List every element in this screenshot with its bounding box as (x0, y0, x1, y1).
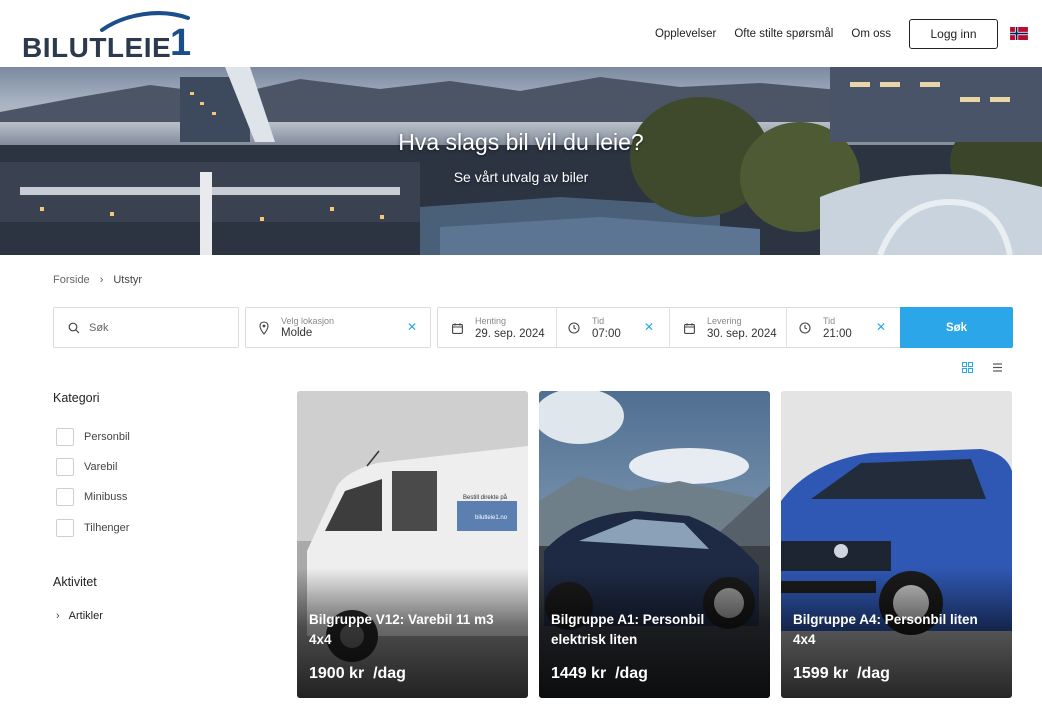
category-label: Personbil (84, 431, 130, 443)
hero-background-image (0, 67, 1042, 255)
category-item-tilhenger[interactable]: Tilhenger (56, 519, 129, 537)
price-unit: /dag (615, 665, 648, 682)
location-clear-x-icon[interactable]: ✕ (407, 320, 417, 334)
pickup-time-label: Tid (592, 316, 605, 326)
card-title: Bilgruppe V12: Varebil 11 m3 4x4 (309, 612, 494, 647)
return-calendar-icon (684, 323, 695, 334)
car-card-v12[interactable]: Bestill direkte på bilutleie1.no Bilgrup… (297, 391, 528, 698)
category-label: Varebil (84, 461, 118, 473)
return-time[interactable]: 21:00 (823, 328, 852, 340)
divider (786, 308, 787, 347)
nav-link-opplevelser[interactable]: Opplevelser (655, 28, 716, 40)
pickup-clock-icon (568, 322, 580, 334)
nav-link-faq[interactable]: Ofte stilte spørsmål (734, 28, 833, 40)
price-value: 1449 kr (551, 665, 607, 682)
checkbox[interactable] (56, 488, 74, 506)
category-heading: Kategori (53, 391, 100, 405)
price-value: 1900 kr (309, 665, 365, 682)
chevron-right-icon: › (56, 610, 60, 622)
card-price: 1449 kr /dag (551, 665, 648, 683)
car-card-a4[interactable]: Bilgruppe A4: Personbil liten 4x4 1599 k… (781, 391, 1012, 698)
van-sign-text: Bestill direkte på (463, 494, 508, 501)
location-label: Velg lokasjon (281, 316, 335, 326)
category-item-minibuss[interactable]: Minibuss (56, 488, 127, 506)
return-clock-icon (799, 322, 811, 334)
logo-text: BILUTLEIE (22, 32, 172, 63)
checkbox[interactable] (56, 519, 74, 537)
breadcrumb-home-link[interactable]: Forside (53, 274, 90, 286)
nav-link-about[interactable]: Om oss (851, 28, 891, 40)
location-value: Molde (281, 327, 313, 339)
site-logo[interactable]: BILUTLEIE 1 (20, 8, 191, 64)
pickup-time[interactable]: 07:00 (592, 328, 621, 340)
activity-item-artikler[interactable]: › Artikler (56, 610, 103, 622)
price-unit: /dag (857, 665, 890, 682)
return-label: Levering (707, 316, 742, 326)
hero-title: Hva slags bil vil du leie? (398, 129, 644, 155)
category-item-varebil[interactable]: Varebil (56, 458, 117, 476)
location-select[interactable]: Velg lokasjon Molde ✕ (245, 307, 431, 348)
checkbox[interactable] (56, 428, 74, 446)
car-card-a1[interactable]: Bilgruppe A1: Personbil elektrisk liten … (539, 391, 770, 698)
card-title: Bilgruppe A4: Personbil liten 4x4 (793, 612, 978, 647)
pickup-calendar-icon (452, 323, 463, 334)
date-time-selector: Henting 29. sep. 2024 Tid 07:00 ✕ Leveri… (437, 307, 901, 348)
category-item-personbil[interactable]: Personbil (56, 428, 130, 446)
hero-subtitle: Se vårt utvalg av biler (453, 169, 589, 185)
pickup-label: Henting (475, 316, 507, 326)
return-time-label: Tid (823, 316, 836, 326)
search-button[interactable]: Søk (900, 307, 1013, 348)
breadcrumb-current: Utstyr (113, 274, 143, 286)
card-price: 1599 kr /dag (793, 665, 890, 683)
divider (669, 308, 670, 347)
map-pin-icon (259, 321, 269, 335)
van-sign-url: bilutleie1.no (475, 515, 508, 521)
grid-view-icon[interactable] (962, 362, 973, 373)
divider (556, 308, 557, 347)
return-date[interactable]: 30. sep. 2024 (707, 328, 777, 340)
checkbox[interactable] (56, 458, 74, 476)
card-title: Bilgruppe A1: Personbil elektrisk liten (551, 612, 705, 647)
hero-banner: Hva slags bil vil du leie? Se vårt utval… (0, 67, 1042, 255)
breadcrumb: Forside › Utstyr (53, 274, 142, 286)
login-button[interactable]: Logg inn (909, 18, 998, 49)
pickup-clear-x-icon[interactable]: ✕ (644, 320, 654, 334)
logo-numeral: 1 (170, 22, 192, 64)
activity-heading: Aktivitet (53, 575, 97, 589)
activity-label: Artikler (68, 610, 103, 622)
search-input[interactable]: Søk (53, 307, 239, 348)
return-clear-x-icon[interactable]: ✕ (876, 320, 886, 334)
pickup-date[interactable]: 29. sep. 2024 (475, 328, 545, 340)
card-price: 1900 kr /dag (309, 665, 406, 683)
category-label: Minibuss (84, 491, 128, 503)
price-unit: /dag (373, 665, 406, 682)
main-nav: Opplevelser Ofte stilte spørsmål Om oss … (655, 0, 1042, 67)
search-icon (68, 322, 80, 334)
list-view-icon[interactable] (992, 362, 1003, 373)
chevron-right-icon: › (99, 274, 104, 286)
norway-flag-icon[interactable] (1010, 27, 1028, 40)
site-header: BILUTLEIE 1 Opplevelser Ofte stilte spør… (0, 0, 1042, 67)
price-value: 1599 kr (793, 665, 849, 682)
category-label: Tilhenger (84, 522, 130, 534)
search-placeholder: Søk (89, 322, 109, 334)
